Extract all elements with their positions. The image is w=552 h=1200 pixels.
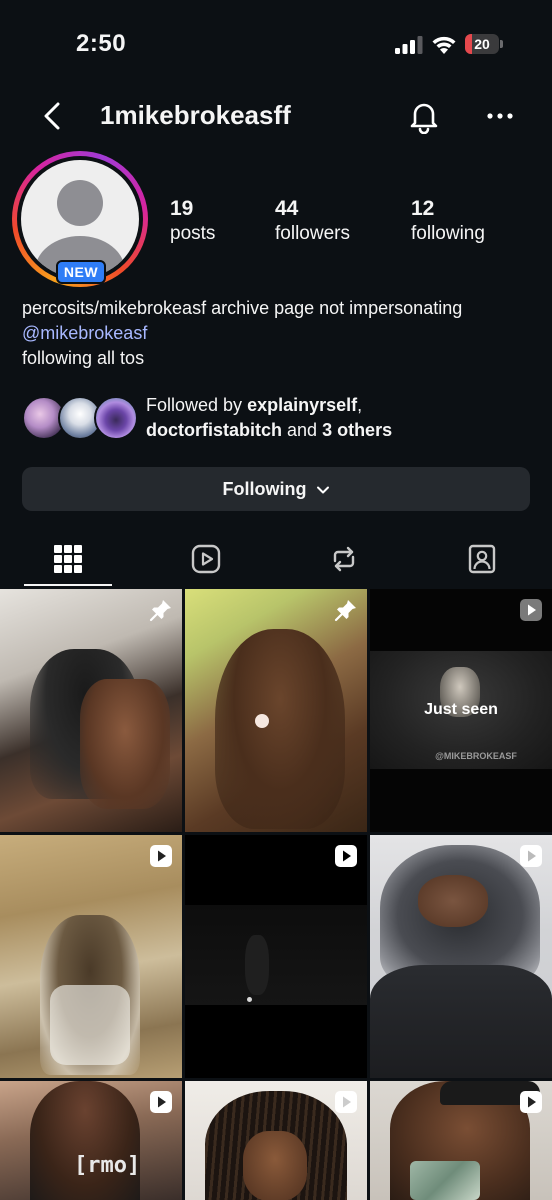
status-time: 2:50 (76, 30, 127, 57)
active-tab-indicator (24, 584, 112, 586)
following-count[interactable]: 12 following (411, 196, 485, 246)
followers-count[interactable]: 44 followers (275, 196, 350, 246)
mutual-avatar (94, 396, 138, 440)
reel-icon (150, 845, 172, 867)
battery-icon: 20 (465, 34, 503, 54)
profile-username: 1mikebrokeasff (100, 100, 291, 130)
tab-tagged[interactable] (436, 530, 528, 588)
reposts-icon (333, 546, 355, 572)
grid-post[interactable] (185, 1081, 367, 1200)
shirt-text: [rmo] (74, 1153, 141, 1178)
profile-header: 1mikebrokeasff (0, 90, 552, 142)
status-bar: 2:50 20 (0, 0, 552, 90)
bio-line: percosits/mikebrokeasf archive page not … (22, 298, 463, 318)
followers-count-label: followers (275, 223, 350, 244)
posts-count[interactable]: 19 posts (170, 196, 215, 246)
reel-icon (520, 599, 542, 621)
reels-icon (191, 544, 221, 574)
bell-icon[interactable] (406, 98, 442, 134)
pin-icon (149, 600, 171, 622)
mutual-username: explainyrself (247, 395, 358, 415)
more-icon[interactable] (482, 98, 518, 134)
posts-count-number: 19 (170, 197, 194, 220)
tagged-icon (468, 544, 496, 574)
grid-post[interactable] (0, 589, 182, 832)
grid-post[interactable] (0, 835, 182, 1078)
grid-post[interactable] (370, 1081, 552, 1200)
bio-line: following all tos (22, 348, 145, 368)
followed-by-prefix: Followed by (146, 395, 248, 415)
reel-icon (335, 845, 357, 867)
bio-mention-link[interactable]: @mikebrokeasf (22, 321, 542, 346)
followers-count-number: 44 (275, 197, 299, 220)
mutual-username: doctorfistabitch (146, 420, 283, 440)
grid-post[interactable] (185, 835, 367, 1078)
watermark-text: @MIKEBROKEASF (435, 751, 517, 761)
posts-grid: Just seen @MIKEBROKEASF [rmo] (0, 589, 552, 1200)
followed-by-text[interactable]: Followed by explainyrself, doctorfistabi… (146, 393, 392, 443)
grid-post[interactable] (185, 589, 367, 832)
grid-post[interactable]: Just seen @MIKEBROKEASF (370, 589, 552, 832)
posts-count-label: posts (170, 223, 216, 244)
following-button[interactable]: Following (22, 467, 530, 511)
mutual-followers-avatars[interactable] (22, 396, 142, 440)
tab-reels[interactable] (160, 530, 252, 588)
back-chevron-icon[interactable] (36, 98, 72, 134)
story-overlay-text: Just seen (424, 701, 498, 718)
following-count-label: following (411, 223, 485, 244)
tab-posts[interactable] (22, 530, 114, 588)
reel-icon (520, 845, 542, 867)
following-button-label: Following (222, 479, 307, 499)
wifi-icon (432, 36, 456, 54)
pin-icon (334, 600, 356, 622)
new-badge: NEW (56, 260, 106, 284)
mutual-others: 3 others (322, 420, 393, 440)
reel-icon (150, 1091, 172, 1113)
grid-post[interactable]: [rmo] (0, 1081, 182, 1200)
chevron-down-icon (316, 486, 329, 494)
grid-post[interactable] (370, 835, 552, 1078)
grid-icon (54, 545, 82, 573)
profile-bio: percosits/mikebrokeasf archive page not … (22, 296, 542, 371)
followed-by-comma: , (357, 395, 363, 415)
profile-tabs (0, 530, 552, 588)
following-count-number: 12 (411, 197, 435, 220)
battery-level: 20 (474, 36, 490, 52)
signal-icon (395, 36, 423, 54)
tab-reposts[interactable] (298, 530, 390, 588)
reel-icon (335, 1091, 357, 1113)
followed-by-and: and (282, 420, 323, 440)
reel-icon (520, 1091, 542, 1113)
